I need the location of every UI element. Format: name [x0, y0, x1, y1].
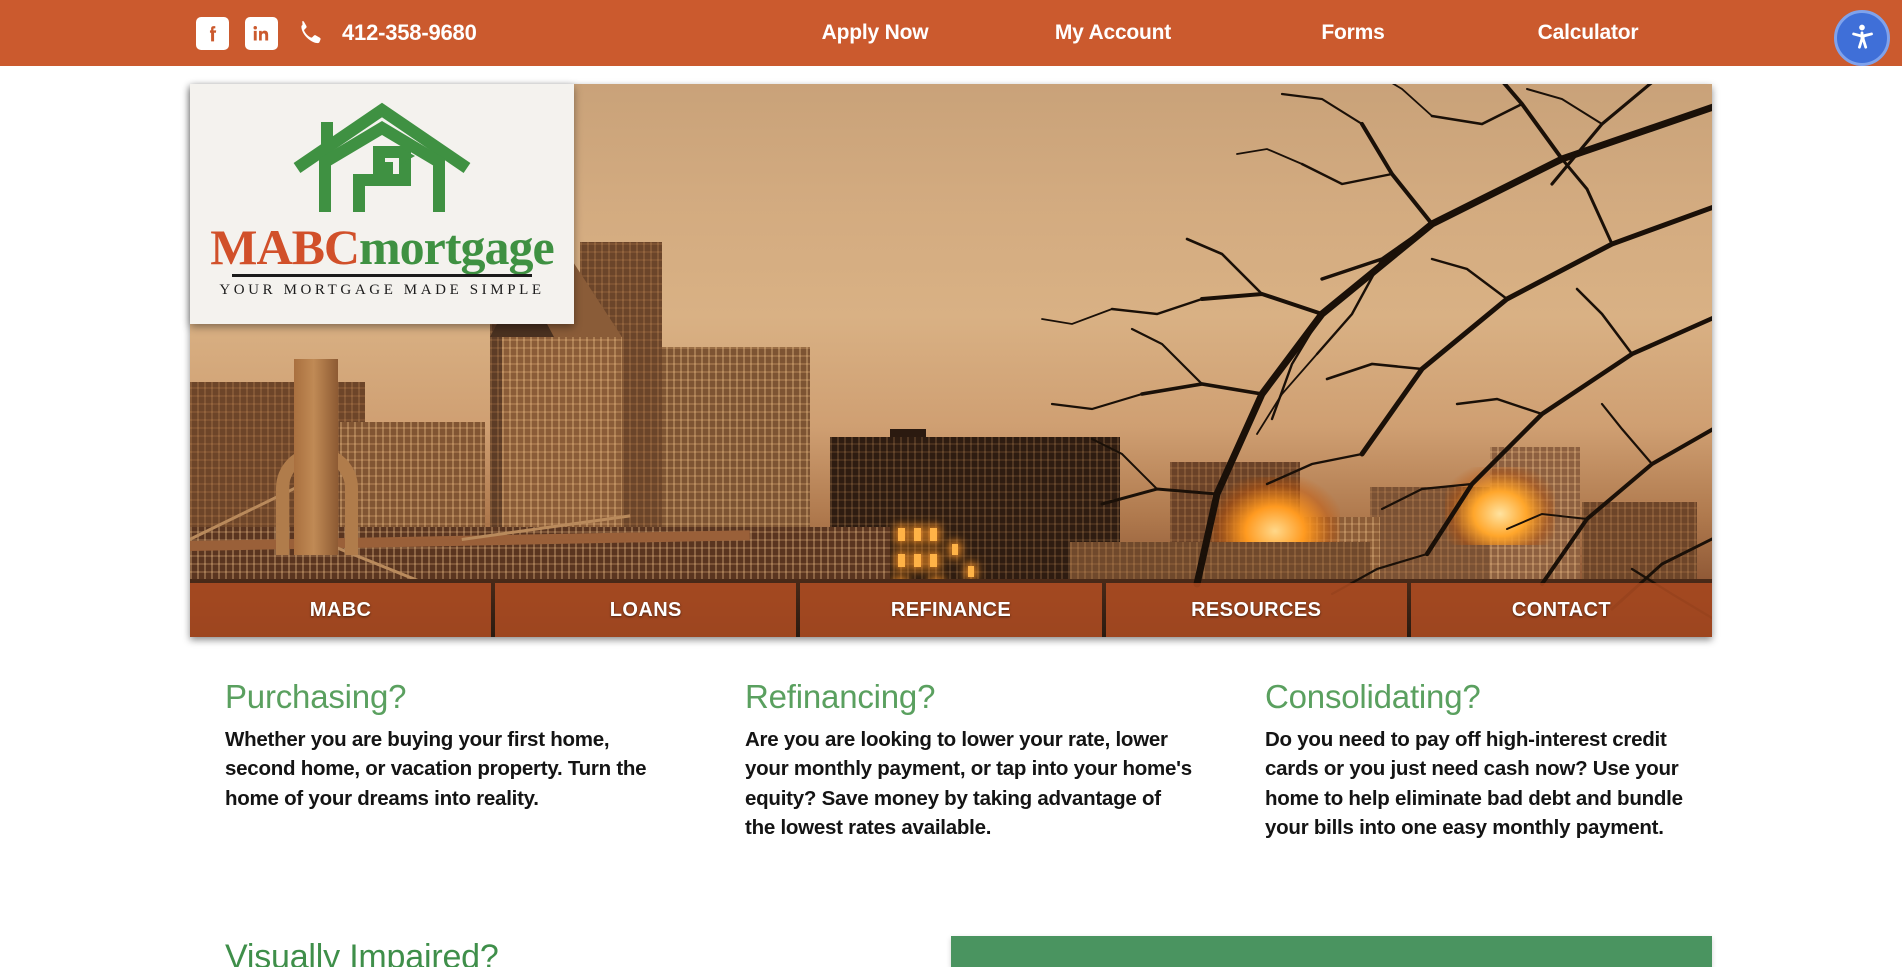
card-consolidating-body: Do you need to pay off high-interest cre… [1265, 727, 1683, 839]
topnav-my-account[interactable]: My Account [1018, 0, 1208, 66]
top-navigation: Apply Now My Account Forms Calculator [0, 0, 1902, 66]
nav-item-refinance[interactable]: REFINANCE [800, 583, 1102, 637]
card-purchasing: Purchasing? Whether you are buying your … [225, 678, 673, 842]
accessibility-person-icon [1852, 24, 1873, 49]
topnav-apply-now[interactable]: Apply Now [790, 0, 960, 66]
topnav-calculator[interactable]: Calculator [1493, 0, 1683, 66]
bridge-tower [294, 359, 338, 555]
nav-item-loans[interactable]: LOANS [495, 583, 797, 637]
logo-wordmark: MABCmortgage [210, 219, 555, 275]
card-refinancing-body: Are you are looking to lower your rate, … [745, 727, 1192, 839]
accessibility-widget-button[interactable] [1834, 10, 1890, 66]
card-refinancing-title: Refinancing? [745, 678, 936, 715]
card-purchasing-title: Purchasing? [225, 678, 407, 715]
logo-tagline: YOUR MORTGAGE MADE SIMPLE [219, 282, 545, 298]
logo-brand-second: mortgage [359, 219, 555, 275]
nav-item-resources[interactable]: RESOURCES [1105, 583, 1407, 637]
card-purchasing-body: Whether you are buying your first home, … [225, 727, 647, 810]
nav-item-mabc[interactable]: MABC [190, 583, 492, 637]
card-consolidating: Consolidating? Do you need to pay off hi… [1265, 678, 1713, 842]
logo-brand-first: MABC [210, 219, 360, 275]
green-promo-panel [951, 936, 1712, 967]
card-refinancing: Refinancing? Are you are looking to lowe… [745, 678, 1193, 842]
site-logo[interactable]: MABCmortgage YOUR MORTGAGE MADE SIMPLE [190, 84, 574, 324]
service-cards: Purchasing? Whether you are buying your … [225, 678, 1715, 842]
nav-item-contact[interactable]: CONTACT [1410, 583, 1713, 637]
top-utility-bar: 412-358-9680 Apply Now My Account Forms … [0, 0, 1902, 66]
logo-divider [232, 274, 532, 277]
tree-branches-silhouette [1041, 84, 1712, 620]
house-spiral-icon [293, 102, 471, 212]
main-navigation: MABC LOANS REFINANCE RESOURCES CONTACT [190, 583, 1713, 637]
visually-impaired-title: Visually Impaired? [225, 938, 499, 967]
card-consolidating-title: Consolidating? [1265, 678, 1481, 715]
topnav-forms[interactable]: Forms [1288, 0, 1418, 66]
